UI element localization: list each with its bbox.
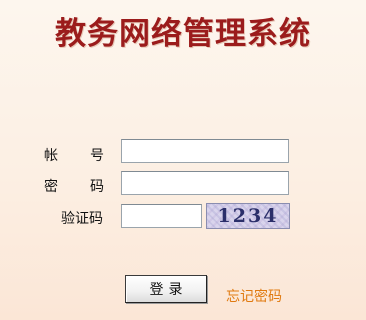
captcha-input[interactable] <box>121 204 202 228</box>
captcha-label: 验证码 <box>61 211 103 227</box>
password-label-char-1: 密 <box>44 179 58 195</box>
forgot-password-link[interactable]: 忘记密码 <box>226 286 282 306</box>
page-title: 教务网络管理系统 <box>55 16 311 52</box>
password-label: 密 码 <box>44 176 104 196</box>
account-label: 帐 号 <box>44 145 104 165</box>
captcha-image-text: 1234 <box>217 205 279 227</box>
account-input[interactable] <box>121 139 289 163</box>
account-label-char-2: 号 <box>90 148 104 164</box>
login-button[interactable]: 登录 <box>125 275 207 303</box>
password-label-char-2: 码 <box>90 179 104 195</box>
account-label-char-1: 帐 <box>44 148 58 164</box>
captcha-image[interactable]: 1234 <box>206 203 290 229</box>
password-input[interactable] <box>121 171 289 195</box>
